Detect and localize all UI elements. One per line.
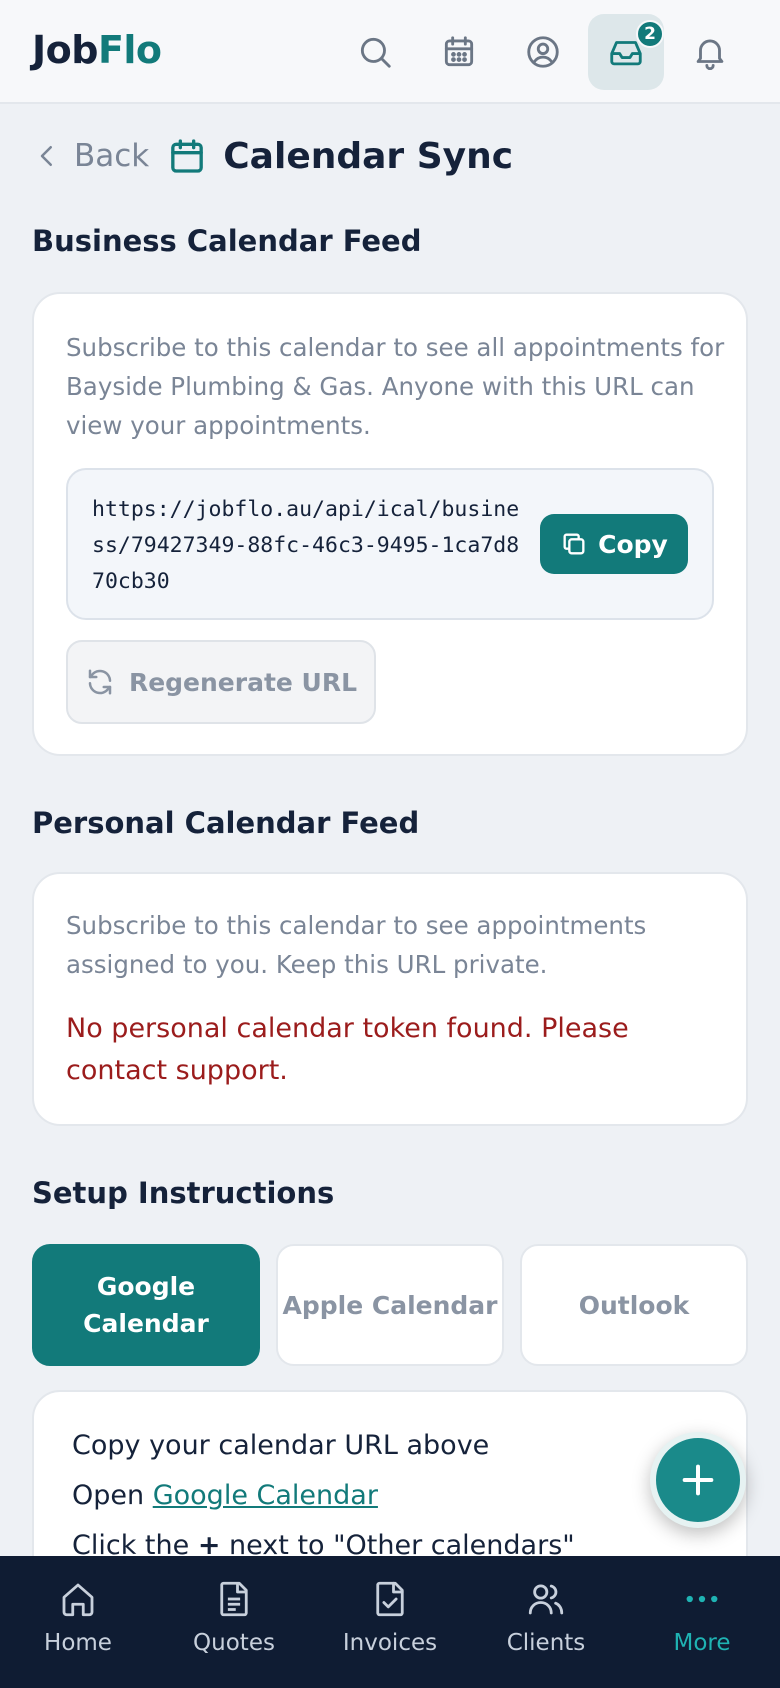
nav-quotes-label: Quotes [193,1630,275,1656]
nav-clients-label: Clients [506,1630,586,1656]
nav-home-label: Home [44,1630,112,1656]
personal-feed-heading: Personal Calendar Feed [32,806,420,840]
personal-feed-card: Subscribe to this calendar to see appoin… [32,872,748,1126]
home-icon [62,1583,94,1617]
user-circle-icon [527,36,559,68]
business-feed-url[interactable]: https://jobflo.au/api/ical/business/7942… [92,492,522,600]
page-title-row: Back Calendar Sync [32,130,513,182]
refresh-icon [88,669,112,695]
app-header: JobFlo 2 [0,0,780,104]
nav-clients[interactable]: Clients [468,1578,624,1678]
nav-more[interactable]: More [624,1578,780,1678]
calendar-button[interactable] [421,14,497,90]
business-feed-description: Subscribe to this calendar to see all ap… [66,333,725,440]
plus-icon [682,1464,714,1496]
invoice-check-icon [376,1581,404,1617]
profile-button[interactable] [505,14,581,90]
copy-label: Copy [598,529,668,559]
google-calendar-link[interactable]: Google Calendar [153,1480,378,1511]
nav-invoices[interactable]: Invoices [312,1578,468,1678]
bottom-nav: Home Quotes Invoices Clients More [0,1556,780,1688]
nav-invoices-label: Invoices [342,1630,438,1656]
instruction-step-1: Copy your calendar URL above [72,1430,490,1461]
calendar-icon [444,36,474,67]
tab-outlook[interactable]: Outlook [520,1244,748,1366]
personal-feed-description: Subscribe to this calendar to see appoin… [66,911,647,979]
search-icon [360,37,391,68]
back-label: Back [74,138,150,174]
business-feed-heading: Business Calendar Feed [32,224,422,258]
notifications-button[interactable] [672,14,748,90]
nav-quotes[interactable]: Quotes [156,1578,312,1678]
copy-icon [563,533,585,555]
copy-url-button[interactable]: Copy [540,514,688,574]
chevron-left-icon [40,146,52,166]
add-fab-button[interactable] [650,1432,746,1528]
logo-part-flo: Flo [97,28,162,72]
back-button[interactable]: Back [32,138,149,174]
bell-icon [696,39,724,70]
business-feed-card: Subscribe to this calendar to see all ap… [32,292,748,756]
regenerate-label: Regenerate URL [128,667,358,697]
instruction-step-2: Open Google Calendar [72,1480,378,1511]
search-button[interactable] [337,14,413,90]
nav-more-label: More [673,1630,731,1656]
setup-heading: Setup Instructions [32,1176,335,1210]
inbox-badge: 2 [636,20,664,48]
tab-apple-calendar[interactable]: Apple Calendar [276,1244,504,1366]
users-icon [528,1584,564,1615]
personal-feed-error: No personal calendar token found. Please… [66,1013,629,1086]
regenerate-url-button[interactable]: Regenerate URL [66,640,376,724]
nav-home[interactable]: Home [0,1578,156,1678]
step-2-prefix: Open [72,1480,145,1511]
tab-google-calendar[interactable]: Google Calendar [32,1244,260,1366]
more-dots-icon [686,1595,718,1603]
calendar-icon [171,139,204,173]
page-title: Calendar Sync [223,135,514,177]
business-url-box: https://jobflo.au/api/ical/business/7942… [66,468,714,620]
inbox-button[interactable]: 2 [588,14,664,90]
logo-part-job: Job [32,28,98,72]
app-logo[interactable]: JobFlo [32,28,162,72]
document-icon [220,1581,248,1617]
